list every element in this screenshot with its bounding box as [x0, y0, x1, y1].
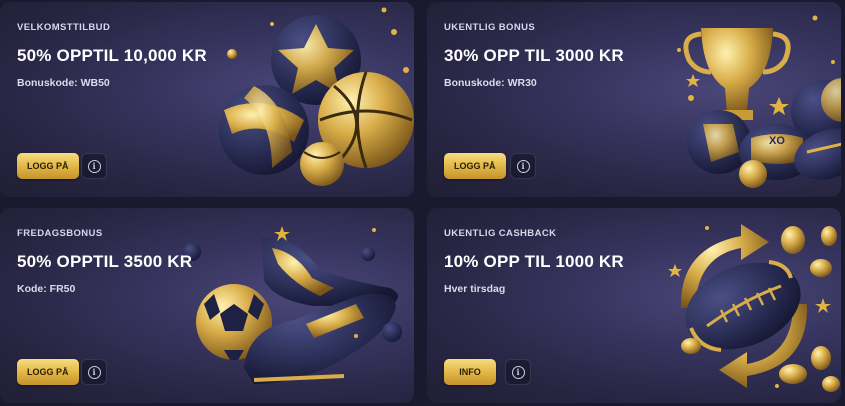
football-boots-and-ball-image	[183, 226, 402, 384]
promo-card-welcome: VELKOMSTTILBUD 50% OPPTIL 10,000 KR Bonu…	[0, 2, 414, 197]
card-title: 50% OPPTIL 3500 KR	[17, 252, 193, 271]
info-button[interactable]: i	[81, 153, 107, 179]
sports-balls-image	[219, 7, 414, 186]
info-text-button[interactable]: INFO	[444, 359, 496, 385]
card-code: Bonuskode: WB50	[17, 77, 110, 89]
info-icon: i	[511, 365, 525, 379]
trophy-with-balls-image: XO	[677, 15, 841, 188]
card-tag: FREDAGSBONUS	[17, 228, 103, 239]
promo-card-friday-bonus: FREDAGSBONUS 50% OPPTIL 3500 KR Kode: FR…	[0, 208, 414, 403]
svg-text:XO: XO	[769, 135, 785, 147]
card-tag: UKENTLIG CASHBACK	[444, 228, 557, 239]
info-icon: i	[87, 365, 101, 379]
info-button[interactable]: i	[81, 359, 107, 385]
login-button[interactable]: LOGG PÅ	[17, 359, 79, 385]
card-tag: UKENTLIG BONUS	[444, 22, 536, 33]
login-button[interactable]: LOGG PÅ	[17, 153, 79, 179]
promo-card-weekly-cashback: UKENTLIG CASHBACK 10% OPP TIL 1000 KR Hv…	[427, 208, 841, 403]
card-title: 30% OPP TIL 3000 KR	[444, 46, 624, 65]
info-icon: i	[87, 159, 101, 173]
rugby-ball-with-arrows-and-coins-image	[668, 224, 840, 392]
card-code: Hver tirsdag	[444, 283, 506, 295]
card-code: Bonuskode: WR30	[444, 77, 537, 89]
info-button[interactable]: i	[510, 153, 536, 179]
card-title: 50% OPPTIL 10,000 KR	[17, 46, 207, 65]
card-tag: VELKOMSTTILBUD	[17, 22, 111, 33]
promo-card-weekly-bonus: XO UKENTLIG BONUS 30% OPP TIL 3000 KR Bo…	[427, 2, 841, 197]
login-button[interactable]: LOGG PÅ	[444, 153, 506, 179]
info-button[interactable]: i	[505, 359, 531, 385]
card-code: Kode: FR50	[17, 283, 76, 295]
info-icon: i	[516, 159, 530, 173]
card-title: 10% OPP TIL 1000 KR	[444, 252, 624, 271]
